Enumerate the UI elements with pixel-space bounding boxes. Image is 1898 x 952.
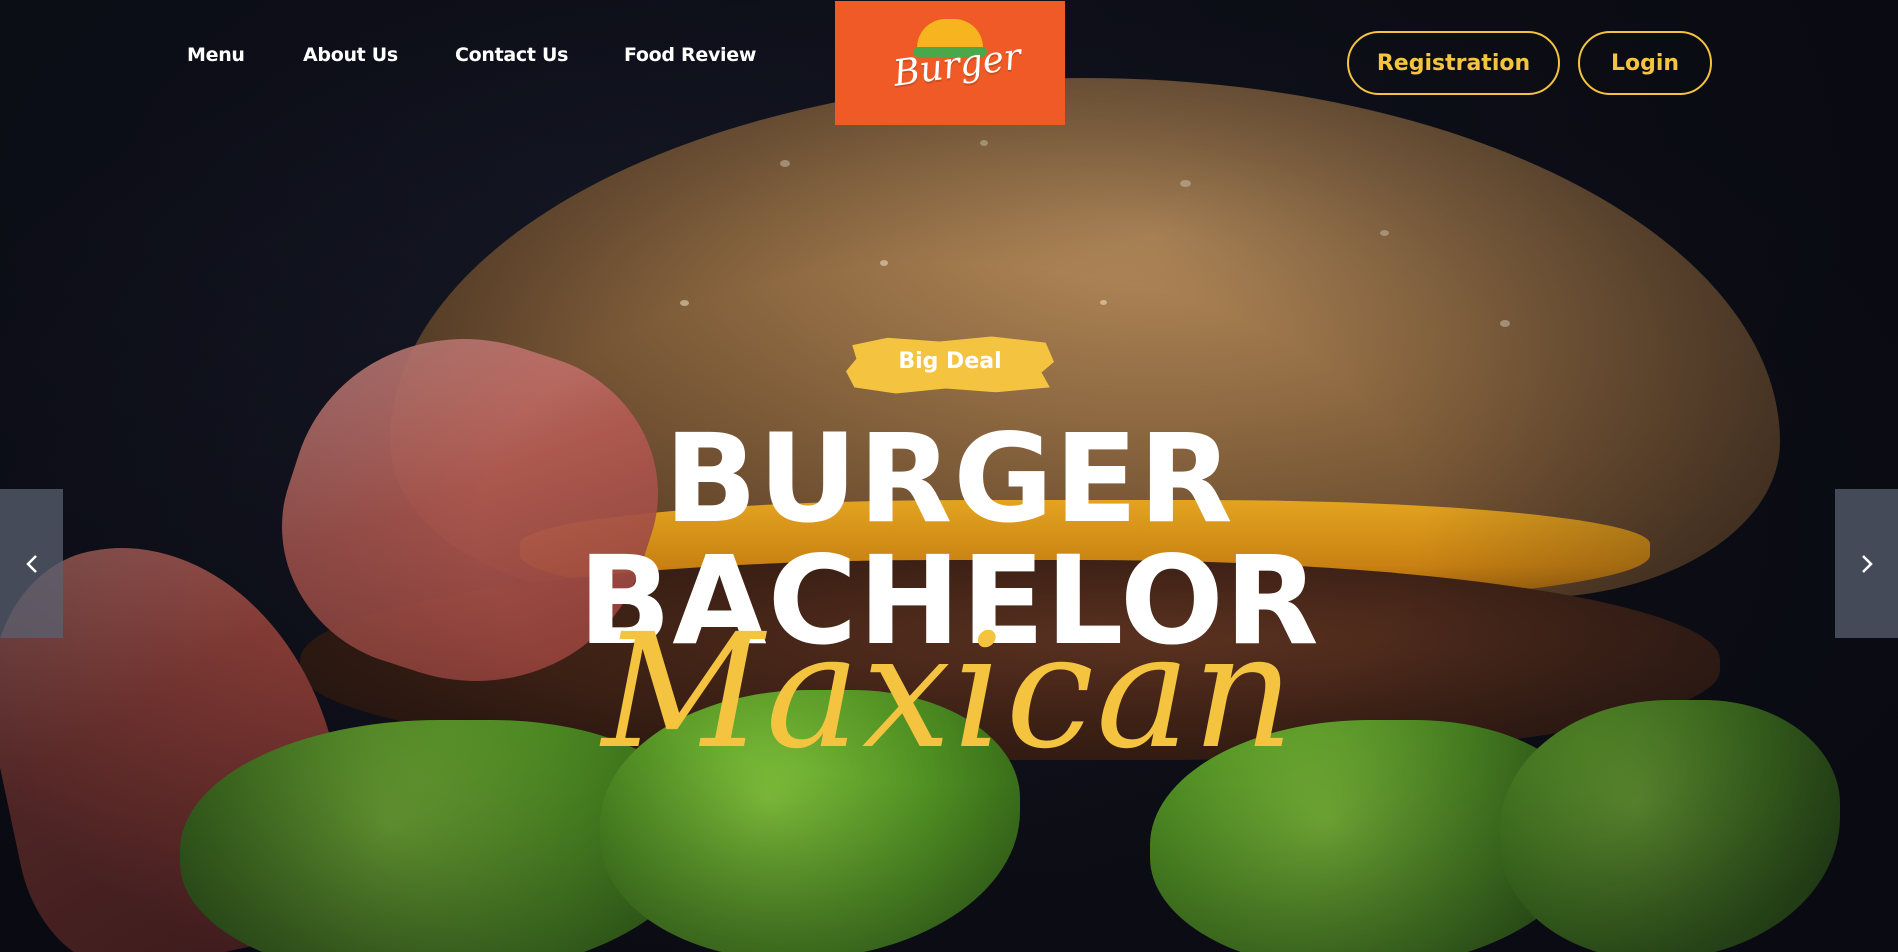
slider-prev-button[interactable] [0, 489, 63, 638]
login-button[interactable]: Login [1578, 31, 1712, 95]
hero-title-line-1: BURGER [664, 408, 1234, 550]
nav-food-review[interactable]: Food Review [624, 44, 756, 66]
site-logo[interactable]: Burger [835, 1, 1065, 125]
chevron-left-icon [25, 554, 37, 573]
badge-label: Big Deal [898, 349, 1002, 374]
registration-button[interactable]: Registration [1347, 31, 1560, 95]
nav-contact-us[interactable]: Contact Us [455, 44, 568, 66]
logo-text: Burger [890, 36, 1024, 95]
hero-script-text: Maxican [601, 600, 1297, 784]
big-deal-badge: Big Deal [846, 334, 1054, 396]
chevron-right-icon [1861, 554, 1873, 573]
slider-next-button[interactable] [1835, 489, 1898, 638]
nav-about-us[interactable]: About Us [303, 44, 398, 66]
nav-menu[interactable]: Menu [187, 44, 245, 66]
